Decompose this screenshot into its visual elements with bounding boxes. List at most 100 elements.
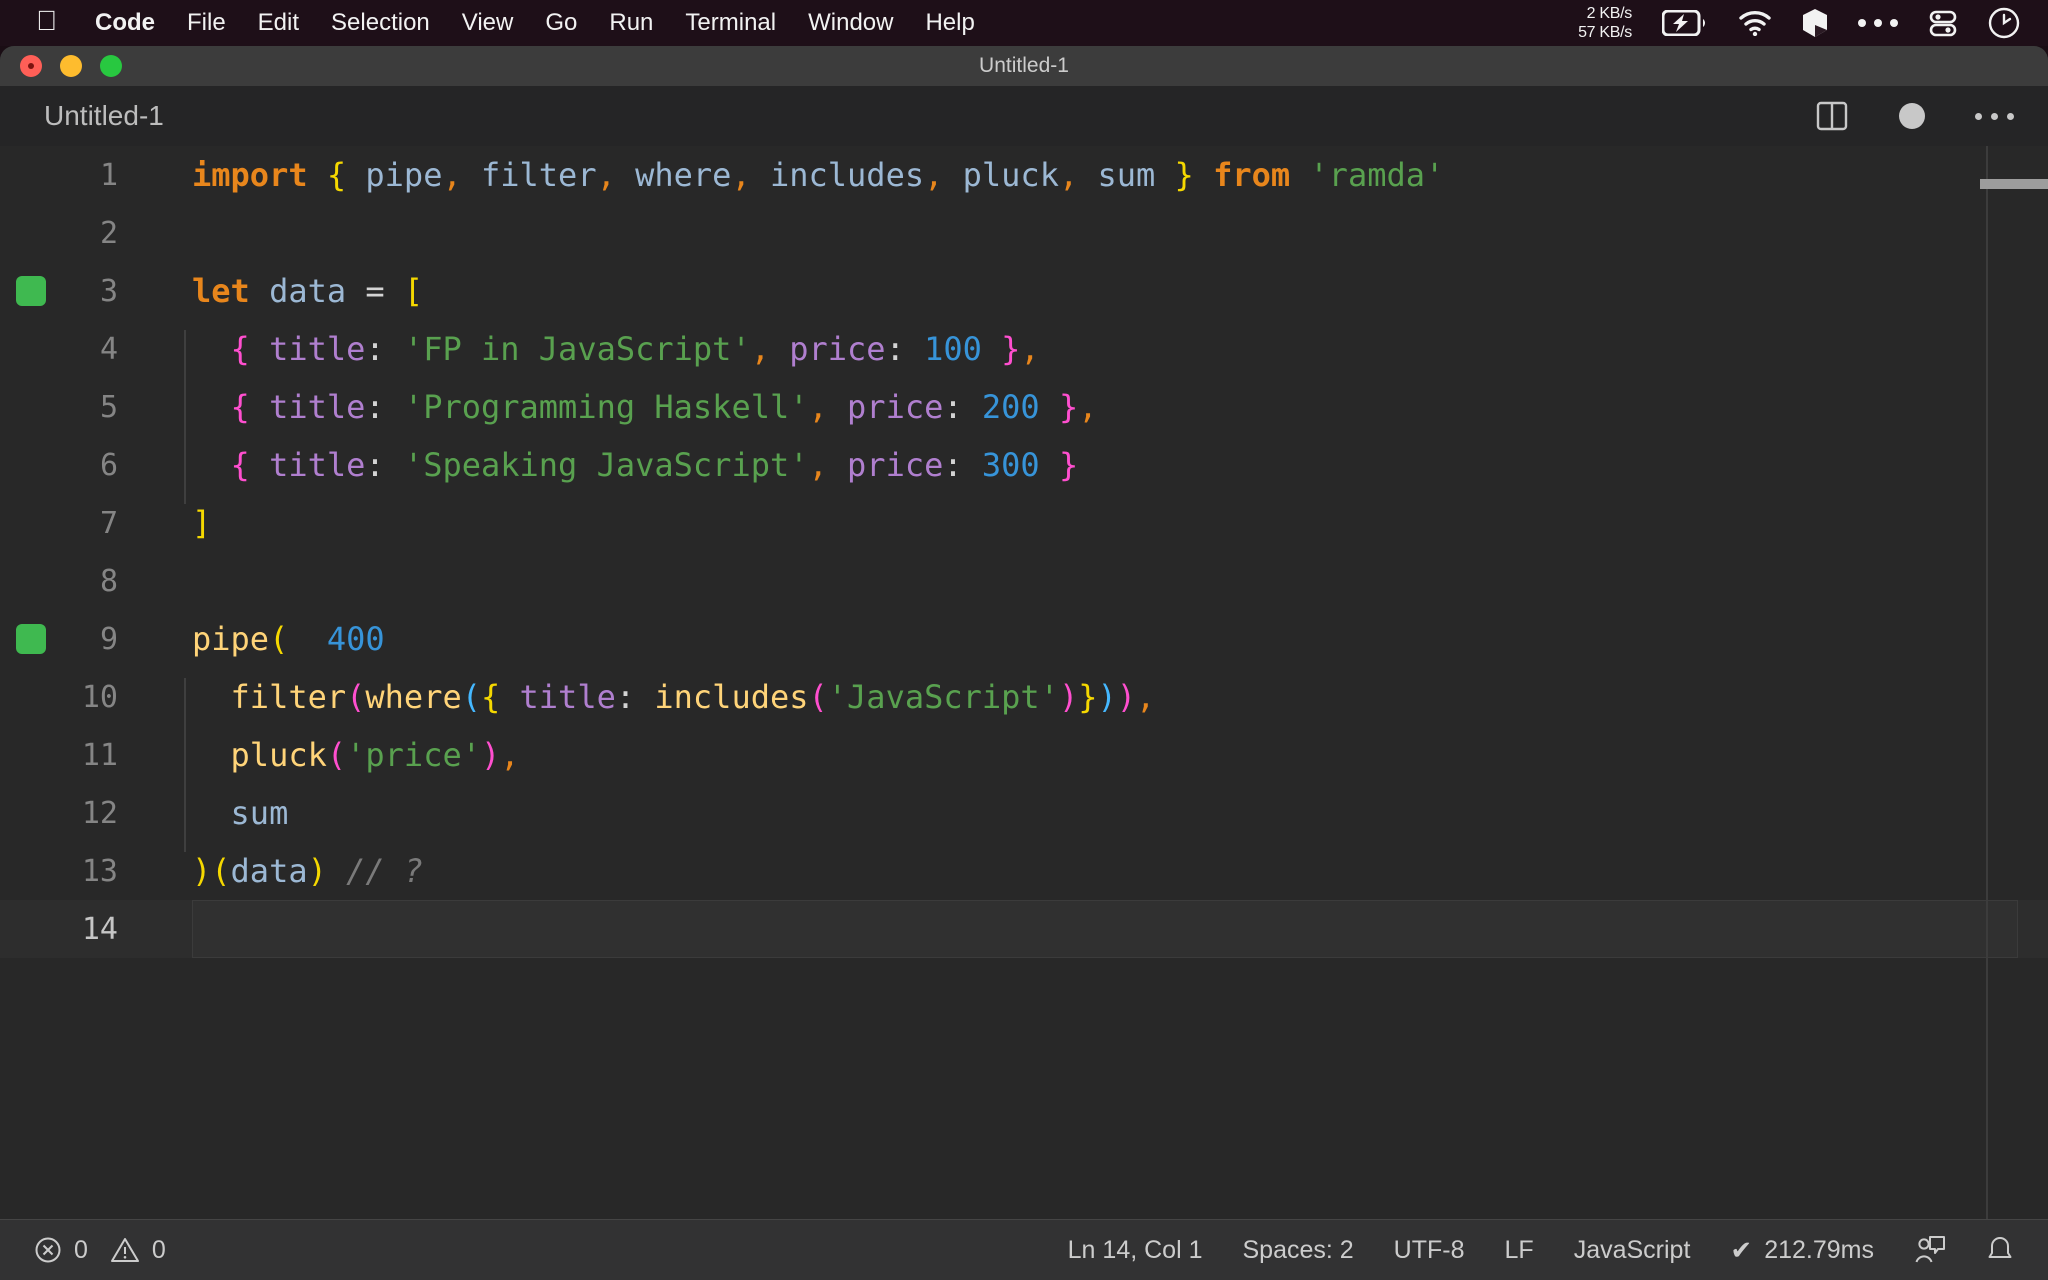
apple-logo-icon[interactable]:  (0, 7, 79, 35)
network-speed-indicator[interactable]: 2 KB/s 57 KB/s (1578, 4, 1632, 42)
code-line-13[interactable]: 13)(data) // ? (0, 842, 2048, 900)
code-line-1[interactable]: 1 import { pipe, filter, where, includes,… (0, 146, 2048, 204)
warning-count: 0 (151, 1235, 166, 1264)
code-line-text: { title: 'FP in JavaScript', price: 100 … (140, 330, 1040, 388)
line-number-6: 6 (0, 448, 140, 483)
code-line-14[interactable]: 14 (0, 900, 2048, 958)
checkmark-icon: ✔ (1730, 1235, 1753, 1265)
vscode-window: Untitled-1 Untitled-1 1 import { pipe, fi… (0, 46, 2048, 1280)
line-number-text: 10 (81, 679, 118, 715)
code-token: [ (403, 272, 424, 310)
code-token: : (365, 388, 385, 426)
line-number-7: 7 (0, 506, 140, 541)
editor-scrollbar-slider[interactable] (1980, 179, 2048, 189)
code-line-6[interactable]: 6 { title: 'Speaking JavaScript', price:… (0, 436, 2048, 504)
menu-item-help[interactable]: Help (909, 9, 990, 37)
code-line-10[interactable]: 10 filter(where({ title: includes('JavaS… (0, 668, 2048, 736)
code-token: includes (750, 156, 925, 194)
menu-item-file[interactable]: File (171, 9, 242, 37)
zoom-window-button[interactable] (100, 55, 122, 77)
code-token: : (943, 446, 963, 484)
close-window-button[interactable] (20, 55, 42, 77)
code-token: 'Programming Haskell' (403, 388, 809, 426)
code-token: pluck (230, 736, 327, 774)
gutter-marker-icon[interactable] (16, 276, 46, 306)
menu-item-edit[interactable]: Edit (242, 9, 315, 37)
code-token: ) (1097, 678, 1117, 716)
menu-item-terminal[interactable]: Terminal (669, 9, 792, 37)
code-token: : (885, 330, 905, 368)
code-token: // ? (346, 852, 424, 890)
line-number-text: 7 (99, 505, 118, 541)
status-bar-left: 0 0 (0, 1236, 166, 1265)
ellipsis-icon[interactable] (1858, 19, 1898, 27)
code-token: where (615, 156, 732, 194)
code-token: : (365, 446, 385, 484)
code-line-text: filter(where({ title: includes('JavaScri… (140, 678, 1155, 736)
unsaved-dot-icon[interactable] (1899, 103, 1925, 129)
menu-item-run[interactable]: Run (593, 9, 669, 37)
language-mode-item[interactable]: JavaScript (1574, 1236, 1691, 1265)
code-token: ) (307, 852, 327, 890)
code-token: ( (269, 620, 289, 658)
code-token: 'Speaking JavaScript' (403, 446, 809, 484)
line-number-text: 13 (81, 853, 118, 889)
code-line-8[interactable]: 8 (0, 552, 2048, 610)
control-center-icon[interactable] (1928, 8, 1958, 38)
run-status-item[interactable]: ✔ 212.79ms (1730, 1236, 1874, 1265)
gutter-marker-icon[interactable] (16, 624, 46, 654)
encoding-item[interactable]: UTF-8 (1394, 1236, 1465, 1265)
code-line-9[interactable]: 9 pipe( 400 (0, 610, 2048, 668)
battery-charging-icon[interactable] (1662, 10, 1708, 36)
editor-tab-untitled-1[interactable]: Untitled-1 (44, 100, 164, 132)
code-token: ) (480, 736, 501, 774)
eol-item[interactable]: LF (1505, 1236, 1534, 1265)
code-token: : (943, 388, 963, 426)
feedback-icon[interactable] (1914, 1235, 1946, 1265)
code-token: ] (192, 504, 212, 542)
code-editor[interactable]: 1 import { pipe, filter, where, includes,… (0, 146, 2048, 1219)
menu-items: Code File Edit Selection View Go Run Terminal Wi… (79, 9, 991, 37)
menubar-status-area: 2 KB/s 57 KB/s (1578, 4, 2048, 42)
line-number-text: 14 (81, 911, 118, 947)
code-token: from (1213, 156, 1291, 194)
code-line-11[interactable]: 11 pluck('price'), (0, 726, 2048, 794)
clock-icon[interactable] (1988, 7, 2020, 39)
menu-item-selection[interactable]: Selection (315, 9, 446, 37)
more-actions-icon[interactable] (1975, 112, 2014, 120)
bell-icon[interactable] (1986, 1235, 2014, 1265)
code-line-5[interactable]: 5 { title: 'Programming Haskell', price:… (0, 378, 2048, 446)
wifi-icon[interactable] (1738, 10, 1772, 36)
code-line-7[interactable]: 7] (0, 494, 2048, 552)
cursor-position-item[interactable]: Ln 14, Col 1 (1068, 1236, 1203, 1265)
code-token: { (480, 678, 501, 716)
line-number-10: 10 (0, 680, 140, 715)
code-line-12[interactable]: 12 sum (0, 784, 2048, 852)
menu-item-view[interactable]: View (446, 9, 530, 37)
split-editor-icon[interactable] (1815, 99, 1849, 133)
macos-menu-bar:  CodeFileEditSelectionViewGoRunTerminal… (0, 0, 2048, 46)
code-line-2[interactable]: 2 (0, 204, 2048, 262)
menu-item-code[interactable]: Code (79, 9, 171, 37)
indentation-item[interactable]: Spaces: 2 (1242, 1236, 1353, 1265)
problems-indicator[interactable]: 0 0 (34, 1236, 166, 1265)
menu-item-window[interactable]: Window (792, 9, 909, 37)
minimize-window-button[interactable] (60, 55, 82, 77)
menu-item-go[interactable]: Go (529, 9, 593, 37)
code-token: { (326, 156, 347, 194)
code-line-4[interactable]: 4 { title: 'FP in JavaScript', price: 10… (0, 320, 2048, 388)
code-token: title (269, 330, 366, 368)
code-line-3[interactable]: 3 let data = [ (0, 262, 2048, 320)
code-line-text: let data = [ (140, 272, 423, 310)
cube-icon[interactable] (1802, 8, 1828, 38)
